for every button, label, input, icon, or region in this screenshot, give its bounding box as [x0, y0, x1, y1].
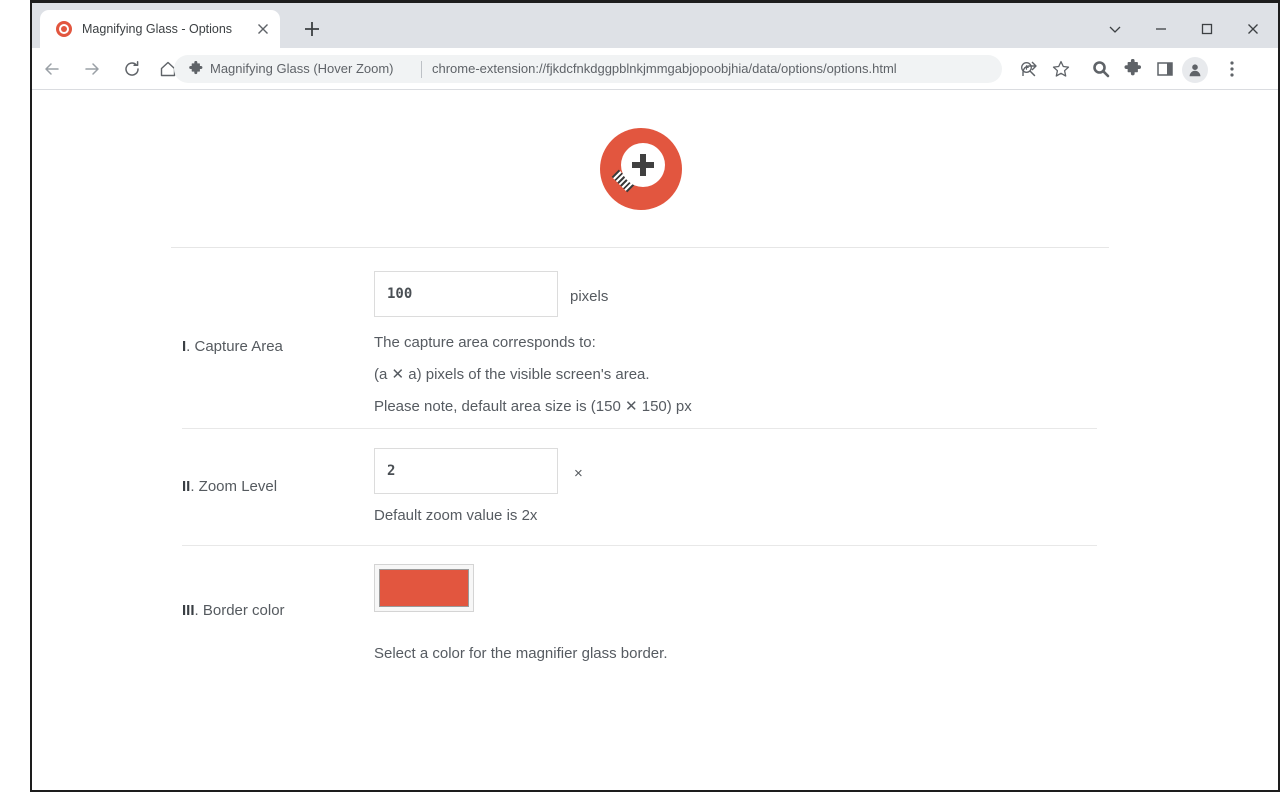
omnibox-url-text: chrome-extension://fjkdcfnkdggpblnkjmmga…	[432, 61, 897, 76]
reload-icon[interactable]	[120, 57, 144, 81]
section-label-zoom-level: II. Zoom Level	[182, 478, 277, 495]
address-bar[interactable]: Magnifying Glass (Hover Zoom) chrome-ext…	[174, 55, 1036, 83]
close-window-button[interactable]	[1230, 6, 1276, 51]
tab-search-chevron-down-icon[interactable]	[1092, 6, 1138, 51]
section-label-text: . Zoom Level	[190, 478, 278, 495]
omnibox-separator	[421, 61, 422, 78]
magnifier-favicon-icon	[56, 21, 72, 37]
zoom-level-unit-label: ×	[574, 465, 583, 482]
capture-area-desc-line-2: (a ✕ a) pixels of the visible screen's a…	[374, 366, 650, 383]
border-color-desc: Select a color for the magnifier glass b…	[374, 645, 668, 662]
zoom-level-desc: Default zoom value is 2x	[374, 507, 538, 524]
section-label-capture-area: I. Capture Area	[182, 338, 283, 355]
tab-title: Magnifying Glass - Options	[82, 22, 233, 36]
section-numeral: III	[182, 602, 195, 619]
window-border-bottom	[30, 790, 1280, 792]
omnibox-extension-name: Magnifying Glass (Hover Zoom)	[210, 61, 394, 76]
new-tab-button[interactable]	[300, 17, 324, 41]
browser-window: Magnifying Glass - Options Magnifying Gl…	[0, 0, 1280, 800]
tab-close-icon[interactable]	[255, 21, 271, 37]
options-page: I. Capture Area pixels The capture area …	[32, 90, 1278, 790]
star-icon[interactable]	[1049, 57, 1073, 81]
zoom-level-input[interactable]	[374, 448, 558, 494]
section-border-color: III. Border color Select a color for the…	[182, 556, 1112, 666]
capture-area-input[interactable]	[374, 271, 558, 317]
browser-tab[interactable]: Magnifying Glass - Options	[40, 10, 280, 48]
magnifier-extension-icon[interactable]	[1089, 57, 1113, 81]
capture-area-unit-label: pixels	[570, 288, 609, 305]
three-dot-menu-icon[interactable]	[1220, 57, 1244, 81]
tab-strip: Magnifying Glass - Options	[32, 3, 1278, 48]
maximize-button[interactable]	[1184, 6, 1230, 51]
back-arrow-icon[interactable]	[40, 57, 64, 81]
forward-arrow-icon[interactable]	[80, 57, 104, 81]
window-controls	[1092, 6, 1276, 51]
section-capture-area: I. Capture Area pixels The capture area …	[182, 256, 1112, 421]
section-divider-3	[182, 545, 1097, 546]
section-divider-top	[171, 247, 1109, 248]
profile-avatar[interactable]	[1182, 57, 1208, 83]
section-label-text: . Border color	[194, 602, 285, 619]
section-label-border-color: III. Border color	[182, 602, 285, 619]
share-icon[interactable]	[1017, 57, 1041, 81]
capture-area-desc-line-3: Please note, default area size is (150 ✕…	[374, 398, 692, 415]
side-panel-icon[interactable]	[1153, 57, 1177, 81]
puzzle-piece-icon	[188, 61, 204, 77]
minimize-button[interactable]	[1138, 6, 1184, 51]
border-color-picker[interactable]	[374, 564, 474, 612]
magnifying-glass-logo-icon	[600, 128, 682, 210]
browser-toolbar: Magnifying Glass (Hover Zoom) chrome-ext…	[32, 48, 1278, 90]
extensions-puzzle-icon[interactable]	[1121, 57, 1145, 81]
section-label-text: . Capture Area	[186, 338, 283, 355]
border-color-swatch	[379, 569, 469, 607]
capture-area-desc-line-1: The capture area corresponds to:	[374, 334, 596, 351]
section-divider-2	[182, 428, 1097, 429]
section-zoom-level: II. Zoom Level × Default zoom value is 2…	[182, 439, 1112, 539]
